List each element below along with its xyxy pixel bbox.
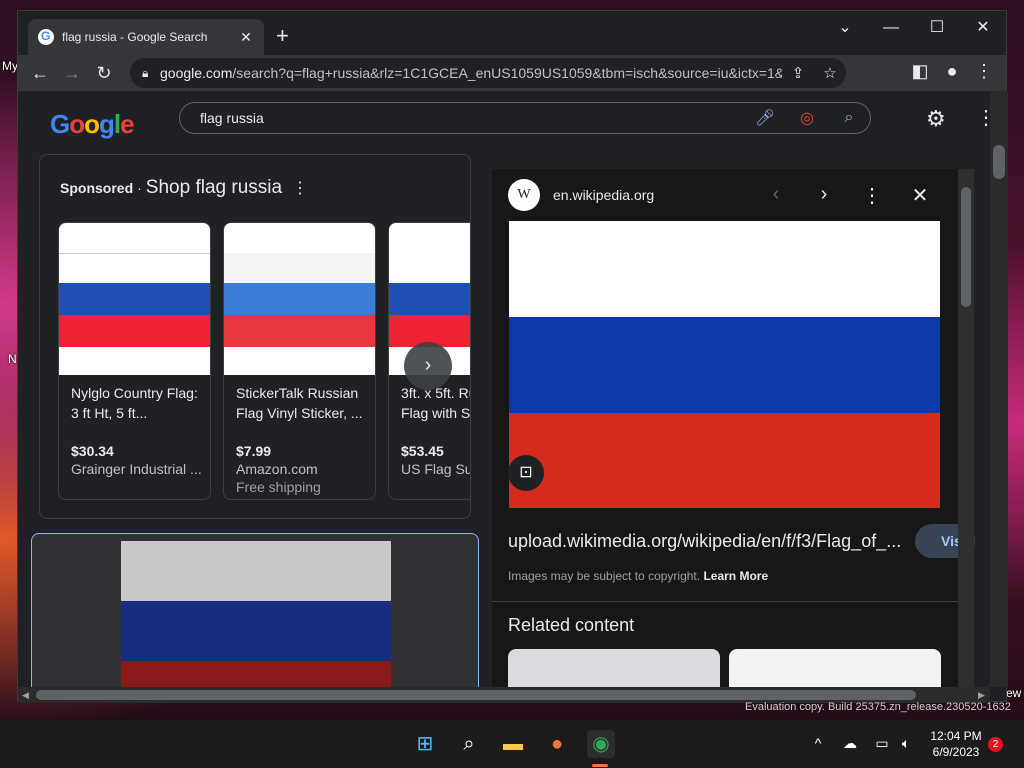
taskbar: ⊞ ⌕ ▬ ● ◉ ^ ☁ ▭ 🔈︎ 12:04 PM 6/9/2023 2	[0, 720, 1024, 768]
product-card[interactable]: Nylglo Country Flag: 3 ft Ht, 5 ft... $3…	[58, 222, 211, 500]
clock-time: 12:04 PM	[930, 729, 982, 743]
tab-close-icon[interactable]: ✕	[238, 29, 254, 46]
shopping-panel: Sponsored · Shop flag russia ⋮ Nylglo Co…	[39, 154, 471, 519]
system-clock[interactable]: 12:04 PM 6/9/2023	[924, 728, 988, 760]
preview-header: W en.wikipedia.org	[492, 169, 958, 221]
related-content-heading: Related content	[508, 615, 635, 635]
desktop-label: My	[2, 59, 18, 73]
divider	[492, 601, 958, 602]
file-explorer-icon[interactable]: ▬	[499, 730, 527, 758]
lock-icon[interactable]: 🔒︎	[142, 66, 160, 81]
shopping-title: Shop flag russia	[145, 177, 283, 198]
image-result-tile[interactable]	[31, 533, 479, 687]
desktop-label: N	[8, 352, 17, 366]
search-icon[interactable]: ⌕	[828, 109, 870, 127]
search-input[interactable]	[200, 110, 744, 126]
search-results-page: Google 🎤︎ ◎ ⌕ ⚙ ⋮ Sponsored · Shop flag …	[18, 91, 990, 687]
back-arrow-icon[interactable]: ←	[24, 63, 56, 84]
minimize-button[interactable]: —	[868, 17, 914, 39]
clock-date: 6/9/2023	[932, 745, 980, 759]
close-window-button[interactable]: ✕	[960, 17, 1006, 39]
apps-grid-icon[interactable]: ⋮	[976, 105, 990, 130]
url-text: google.com/search?q=flag+russia&rlz=1C1G…	[160, 65, 782, 81]
side-panel-icon[interactable]: ◧	[904, 61, 936, 82]
profile-icon[interactable]: ●	[936, 61, 968, 82]
product-name: Nylglo Country Flag: 3 ft Ht, 5 ft...	[71, 385, 198, 421]
related-card[interactable]	[508, 649, 720, 687]
sponsored-label: Sponsored	[60, 180, 134, 196]
active-app-indicator	[592, 764, 608, 767]
page-vertical-scrollbar[interactable]	[990, 91, 1008, 687]
separator: ·	[137, 180, 142, 196]
russia-flag-thumbnail	[121, 541, 391, 687]
desktop-label: ew	[1006, 686, 1022, 700]
google-doodle-logo[interactable]: Google	[50, 109, 135, 140]
browser-menu-icon[interactable]: ⋮	[968, 61, 1000, 82]
onedrive-offline-icon[interactable]: ☁	[838, 735, 862, 752]
more-options-icon[interactable]: ⋮	[860, 183, 884, 208]
product-merchant: Amazon.com	[236, 461, 318, 477]
url-path: /search?q=flag+russia&rlz=1C1GCEA_enUS10…	[232, 65, 782, 81]
firefox-icon[interactable]: ●	[543, 730, 571, 758]
image-url-link[interactable]: upload.wikimedia.org/wikipedia/en/f/f3/F…	[508, 531, 908, 552]
shopping-header: Sponsored · Shop flag russia ⋮	[60, 177, 308, 199]
learn-more-link[interactable]: Learn More	[703, 569, 768, 583]
carousel-next-chevron-icon[interactable]: ›	[404, 342, 452, 390]
source-site[interactable]: en.wikipedia.org	[553, 187, 654, 203]
forward-arrow-icon[interactable]: →	[56, 63, 88, 84]
bookmark-star-icon[interactable]: ☆	[814, 64, 846, 82]
product-merchant: Grainger Industrial ...	[71, 461, 202, 477]
maximize-button[interactable]: ☐	[914, 17, 960, 39]
copyright-notice: Images may be subject to copyright. Lear…	[508, 569, 768, 583]
evaluation-watermark: Evaluation copy. Build 25375.zn_release.…	[745, 701, 1011, 713]
product-price: $30.34	[71, 443, 114, 459]
search-box[interactable]: 🎤︎ ◎ ⌕	[179, 102, 871, 134]
copyright-text: Images may be subject to copyright.	[508, 569, 701, 583]
volume-icon[interactable]: 🔈︎	[894, 735, 918, 752]
notification-badge[interactable]: 2	[988, 737, 1003, 752]
url-host: google.com	[160, 65, 233, 81]
image-preview-panel: W en.wikipedia.org ‹ › ⋮ ✕ ⊡ upload.wiki…	[492, 169, 975, 687]
wikipedia-logo-icon: W	[508, 179, 540, 211]
product-image	[224, 223, 375, 375]
product-merchant: US Flag Supply	[401, 461, 470, 477]
address-bar[interactable]: 🔒︎ google.com/search?q=flag+russia&rlz=1…	[130, 58, 846, 88]
browser-toolbar: ← → ↻ 🔒︎ google.com/search?q=flag+russia…	[18, 55, 1006, 91]
product-price: $53.45	[401, 443, 444, 459]
lens-camera-icon[interactable]: ◎	[786, 108, 828, 128]
browser-window: flag russia - Google Search ✕ + ⌄ — ☐ ✕ …	[17, 10, 1008, 703]
product-shipping: Free shipping	[236, 479, 321, 495]
tab-search-chevron-icon[interactable]: ⌄	[822, 17, 868, 39]
share-icon[interactable]: ⇪	[782, 64, 814, 82]
windows-start-icon[interactable]: ⊞	[411, 730, 439, 758]
search-icon[interactable]: ⌕	[455, 730, 483, 758]
preview-scrollbar[interactable]	[958, 169, 974, 687]
chrome-icon[interactable]: ◉	[587, 730, 615, 758]
title-bar: flag russia - Google Search ✕ + ⌄ — ☐ ✕	[18, 11, 1006, 55]
scroll-left-icon[interactable]: ◀	[22, 690, 29, 701]
network-icon[interactable]: ▭	[870, 735, 894, 752]
preview-flag-image[interactable]	[509, 221, 940, 508]
related-card[interactable]	[729, 649, 941, 687]
previous-chevron-icon[interactable]: ‹	[764, 183, 788, 206]
more-options-icon[interactable]: ⋮	[292, 178, 308, 198]
product-image	[59, 223, 210, 375]
new-tab-button[interactable]: +	[276, 25, 289, 47]
product-card[interactable]: StickerTalk Russian Flag Vinyl Sticker, …	[223, 222, 376, 500]
scroll-thumb[interactable]	[36, 690, 916, 700]
settings-gear-icon[interactable]: ⚙	[926, 106, 946, 132]
reload-icon[interactable]: ↻	[88, 63, 120, 84]
browser-tab[interactable]: flag russia - Google Search ✕	[28, 19, 264, 55]
scroll-thumb[interactable]	[993, 145, 1005, 179]
product-price: $7.99	[236, 443, 272, 459]
scroll-right-icon[interactable]: ▶	[978, 690, 985, 701]
show-hidden-icons-chevron-icon[interactable]: ^	[806, 735, 830, 751]
google-favicon-icon	[38, 29, 54, 45]
tab-title: flag russia - Google Search	[62, 30, 208, 44]
product-name: StickerTalk Russian Flag Vinyl Sticker, …	[236, 385, 363, 421]
microphone-icon[interactable]: 🎤︎	[744, 108, 786, 128]
next-chevron-icon[interactable]: ›	[812, 183, 836, 206]
lens-search-icon[interactable]: ⊡	[508, 455, 544, 491]
close-preview-icon[interactable]: ✕	[908, 183, 932, 208]
